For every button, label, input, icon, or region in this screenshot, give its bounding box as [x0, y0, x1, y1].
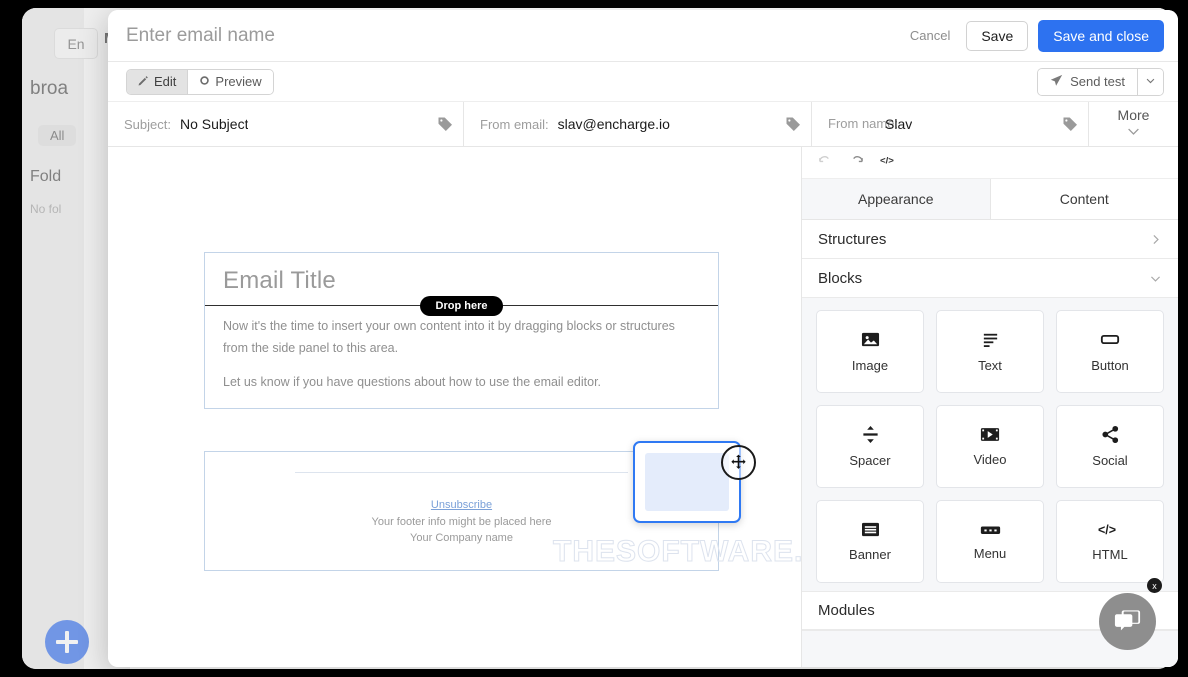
subject-value: No Subject — [179, 116, 249, 132]
email-paragraph-2[interactable]: Let us know if you have questions about … — [205, 360, 718, 398]
blocks-grid: Image Text Button Spacer Video Social Ba… — [802, 298, 1178, 591]
eye-icon — [199, 74, 210, 89]
from-name-value: Slav — [885, 116, 913, 132]
from-email-field[interactable]: From email: slav@encharge.io — [464, 102, 812, 146]
from-name-field[interactable]: From name: Slav — [812, 102, 1089, 146]
spacer-icon — [861, 425, 880, 444]
subject-label: Subject: — [124, 116, 171, 132]
button-icon — [1100, 330, 1120, 349]
send-test-dropdown-toggle[interactable] — [1137, 68, 1163, 95]
drag-ghost-inner — [645, 453, 729, 511]
block-card-button-label: Button — [1091, 358, 1129, 373]
redo-icon[interactable] — [849, 153, 864, 173]
move-icon — [721, 445, 756, 480]
block-card-image[interactable]: Image — [816, 310, 924, 393]
cancel-button[interactable]: Cancel — [898, 22, 962, 49]
send-test-button[interactable]: Send test — [1038, 68, 1137, 95]
tab-content-label: Content — [1059, 191, 1109, 207]
block-card-html[interactable]: </> HTML — [1056, 500, 1164, 583]
block-card-text-label: Text — [978, 358, 1002, 373]
from-email-label: From email: — [480, 116, 549, 132]
video-icon — [980, 426, 1000, 443]
email-editor-modal: Cancel Save Save and close Edit Preview — [108, 10, 1178, 667]
chat-bubbles-icon[interactable] — [1099, 593, 1156, 650]
panel-history-toolbar: </> — [802, 147, 1178, 179]
chevron-down-icon — [1149, 272, 1162, 285]
tab-preview-label: Preview — [215, 74, 262, 89]
drop-here-indicator: Drop here — [419, 296, 504, 316]
section-structures[interactable]: Structures — [802, 220, 1178, 259]
mode-switch: Edit Preview — [126, 68, 274, 95]
tag-icon[interactable] — [437, 116, 453, 132]
subject-field[interactable]: Subject: No Subject — [108, 102, 464, 146]
tag-icon[interactable] — [1062, 116, 1078, 132]
undo-icon[interactable] — [818, 153, 833, 173]
block-card-button[interactable]: Button — [1056, 310, 1164, 393]
block-card-spacer[interactable]: Spacer — [816, 405, 924, 488]
tab-edit[interactable]: Edit — [127, 69, 188, 94]
tag-icon[interactable] — [785, 116, 801, 132]
save-button[interactable]: Save — [966, 20, 1029, 51]
banner-icon — [861, 521, 880, 538]
chevron-down-icon — [1145, 73, 1156, 91]
footer-company-line: Your Company name — [410, 531, 513, 544]
chat-close-button[interactable]: x — [1147, 578, 1162, 593]
block-card-banner-label: Banner — [849, 547, 891, 562]
block-card-video-label: Video — [973, 452, 1007, 467]
tab-appearance[interactable]: Appearance — [802, 179, 991, 220]
svg-text:</>: </> — [1098, 523, 1116, 537]
block-card-video[interactable]: Video — [936, 405, 1044, 488]
save-and-close-button[interactable]: Save and close — [1038, 19, 1164, 52]
send-test-label: Send test — [1070, 74, 1125, 89]
pencil-icon — [138, 74, 149, 89]
section-modules-label: Modules — [818, 602, 875, 619]
title-divider: Drop here — [205, 296, 718, 316]
email-meta-row: Subject: No Subject From email: slav@enc… — [108, 102, 1178, 147]
editor-toolbar: Edit Preview Send test — [108, 62, 1178, 102]
section-structures-label: Structures — [818, 230, 887, 248]
from-email-value: slav@encharge.io — [557, 116, 670, 132]
block-card-spacer-label: Spacer — [849, 453, 891, 468]
panel-tabs: Appearance Content — [802, 179, 1178, 220]
block-card-menu-label: Menu — [973, 545, 1007, 561]
chevron-right-icon — [1149, 233, 1162, 246]
block-card-social-label: Social — [1092, 453, 1128, 468]
chevron-down-icon — [1127, 123, 1140, 141]
tab-edit-label: Edit — [154, 74, 177, 89]
email-canvas[interactable]: Email Title Drop here Now it's the time … — [108, 147, 801, 667]
send-test-group: Send test — [1037, 67, 1164, 96]
right-panel: </> Appearance Content Structures Blocks… — [801, 147, 1178, 667]
editor-title-bar: Cancel Save Save and close — [108, 10, 1178, 62]
more-options-button[interactable]: More — [1089, 102, 1178, 146]
more-label: More — [1117, 107, 1150, 123]
menu-icon — [980, 523, 1001, 537]
block-card-html-label: HTML — [1092, 546, 1128, 562]
email-block-main[interactable]: Email Title Drop here Now it's the time … — [204, 252, 719, 409]
tab-content[interactable]: Content — [990, 179, 1178, 220]
block-card-banner[interactable]: Banner — [816, 500, 924, 583]
from-name-label: From name: — [828, 115, 899, 131]
share-icon — [1101, 425, 1120, 444]
text-lines-icon — [981, 330, 1000, 349]
code-icon: </> — [1098, 522, 1123, 538]
editor-body: Email Title Drop here Now it's the time … — [108, 147, 1178, 667]
footer-divider — [294, 471, 629, 473]
section-blocks-label: Blocks — [818, 269, 863, 287]
block-card-image-label: Image — [851, 358, 889, 373]
svg-text:</>: </> — [880, 155, 894, 166]
block-card-text[interactable]: Text — [936, 310, 1044, 393]
tab-appearance-label: Appearance — [857, 191, 934, 207]
email-name-input[interactable] — [126, 24, 898, 47]
block-card-menu[interactable]: Menu — [936, 500, 1044, 583]
image-icon — [861, 330, 880, 349]
send-icon — [1050, 74, 1063, 90]
block-card-social[interactable]: Social — [1056, 405, 1164, 488]
screen-root: broa All Fold No fol En My Cancel Save S… — [0, 0, 1188, 677]
code-icon[interactable]: </> — [880, 154, 896, 172]
section-blocks[interactable]: Blocks — [802, 259, 1178, 298]
tab-preview[interactable]: Preview — [187, 69, 273, 94]
